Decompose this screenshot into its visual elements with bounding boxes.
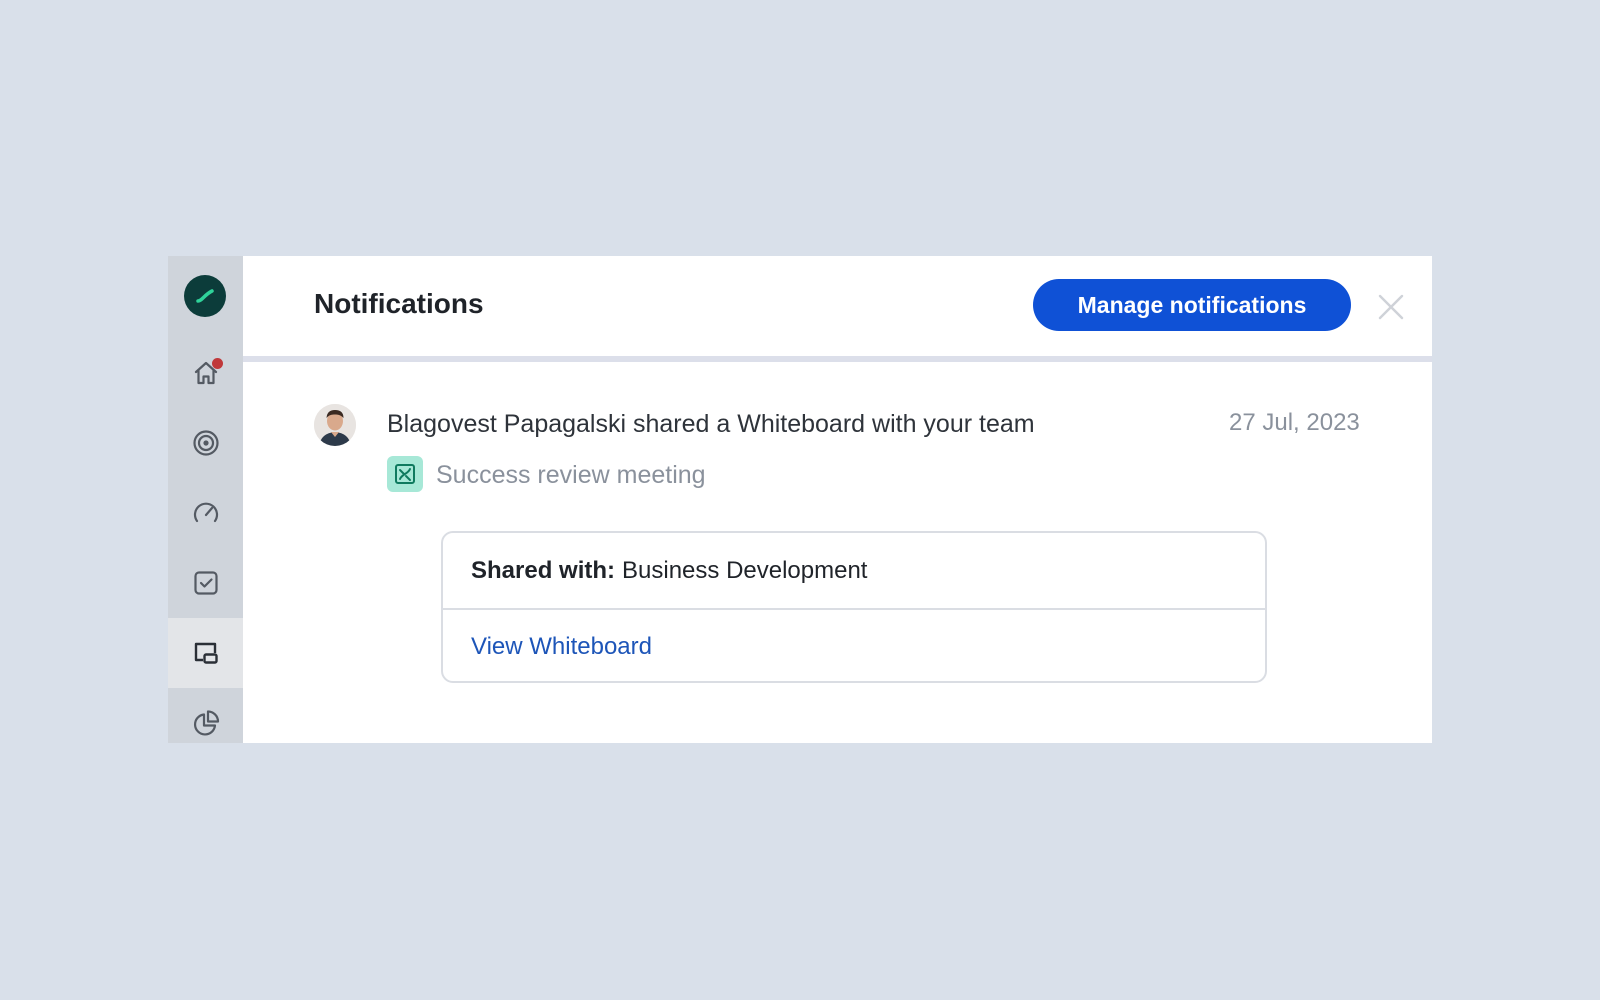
sidebar-item-tasks[interactable] [168, 548, 243, 618]
whatfix-logo-icon[interactable] [184, 275, 226, 317]
shared-with-row: Shared with: Business Development [443, 533, 1265, 610]
whiteboard-icon [194, 642, 218, 664]
manage-notifications-button[interactable]: Manage notifications [1033, 279, 1351, 331]
whiteboard-item-icon [387, 456, 423, 492]
user-avatar [314, 404, 356, 446]
notification-message: Blagovest Papagalski shared a Whiteboard… [387, 410, 1035, 438]
speedometer-icon [193, 502, 218, 523]
sidebar-item-goals[interactable] [168, 408, 243, 478]
notifications-panel: Notifications Manage notifications Blago… [243, 256, 1432, 743]
draw-icon [395, 464, 415, 484]
shared-with-label: Shared with: [471, 556, 616, 584]
avatar-icon [314, 404, 356, 446]
whiteboard-name[interactable]: Success review meeting [436, 461, 706, 490]
close-icon[interactable] [1376, 292, 1406, 322]
target-icon [192, 430, 219, 456]
notification-dot [212, 358, 223, 369]
sidebar-item-performance[interactable] [168, 478, 243, 548]
sidebar-item-home[interactable] [168, 338, 243, 408]
sidebar [168, 256, 243, 743]
view-link-row: View Whiteboard [443, 610, 1265, 683]
logo-mark-icon [196, 289, 214, 303]
app-window: Notifications Manage notifications Blago… [168, 256, 1432, 743]
page-title: Notifications [314, 288, 484, 319]
sidebar-item-reports[interactable] [168, 688, 243, 758]
share-details-card: Shared with: Business Development View W… [441, 531, 1267, 683]
notification-date: 27 Jul, 2023 [1229, 409, 1360, 436]
view-whiteboard-link[interactable]: View Whiteboard [471, 633, 652, 661]
sidebar-item-whiteboards[interactable] [168, 618, 243, 688]
checkbox-icon [193, 571, 218, 595]
pie-chart-icon [193, 710, 219, 736]
shared-with-value: Business Development [622, 556, 868, 584]
panel-header: Notifications Manage notifications [243, 256, 1432, 362]
